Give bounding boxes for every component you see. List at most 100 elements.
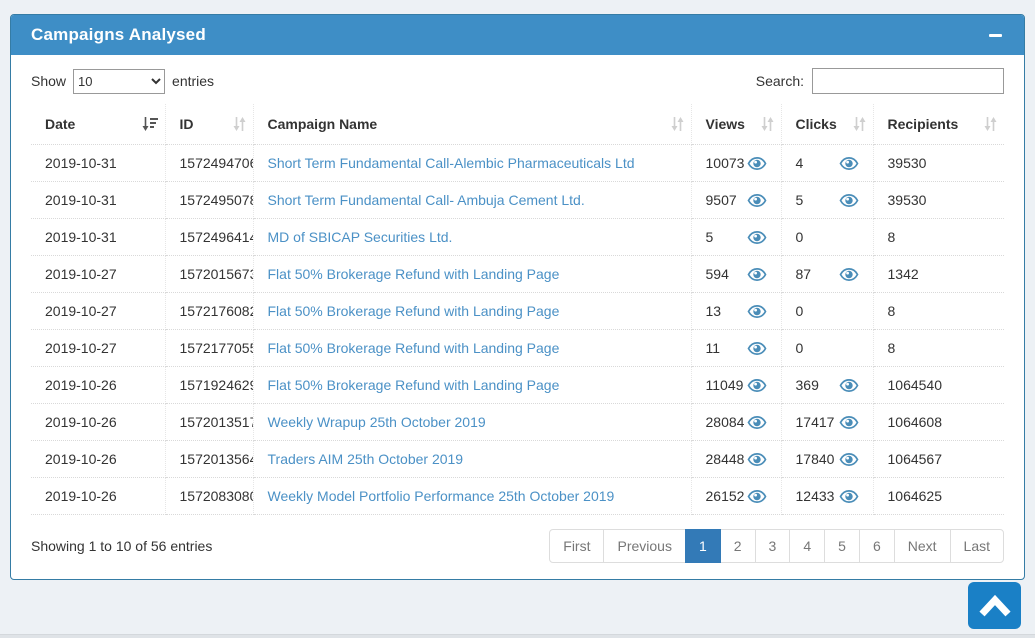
date-cell: 2019-10-27 <box>31 292 166 330</box>
clicks-eye-icon[interactable] <box>839 156 859 170</box>
search-input[interactable] <box>812 68 1004 94</box>
views-cell: 594 <box>691 255 782 293</box>
views-cell: 10073 <box>691 144 782 182</box>
clicks-cell: 5 <box>781 181 874 219</box>
page-length-control: Show 10 entries <box>31 68 214 94</box>
views-eye-icon[interactable] <box>747 489 767 503</box>
clicks-eye-icon[interactable] <box>839 193 859 207</box>
clicks-value: 0 <box>795 303 804 319</box>
panel-body: Show 10 entries Search: Date ID Campaign… <box>11 55 1024 579</box>
views-eye-icon[interactable] <box>747 230 767 244</box>
pagination: First Previous 1 2 3 4 5 6 Next Last <box>549 529 1004 563</box>
views-cell: 28084 <box>691 403 782 441</box>
pagination-2[interactable]: 2 <box>719 529 756 563</box>
clicks-value: 0 <box>795 229 804 245</box>
campaign-link[interactable]: Flat 50% Brokerage Refund with Landing P… <box>268 377 560 393</box>
pagination-last[interactable]: Last <box>949 529 1004 563</box>
campaign-cell: MD of SBICAP Securities Ltd. <box>253 218 692 256</box>
clicks-value: 0 <box>795 340 804 356</box>
views-cell: 26152 <box>691 477 782 515</box>
id-cell: 1572083080 <box>165 477 254 515</box>
page-bottom-divider <box>0 634 1035 638</box>
pagination-5[interactable]: 5 <box>824 529 860 563</box>
views-value: 5 <box>705 229 714 245</box>
pagination-previous[interactable]: Previous <box>603 529 686 563</box>
column-header-label: ID <box>179 116 194 132</box>
views-value: 28448 <box>705 451 745 467</box>
views-eye-icon[interactable] <box>747 156 767 170</box>
clicks-cell: 0 <box>781 218 874 256</box>
views-eye-icon[interactable] <box>747 341 767 355</box>
campaign-cell: Flat 50% Brokerage Refund with Landing P… <box>253 366 692 404</box>
recipients-cell: 39530 <box>873 181 1004 219</box>
page-length-select[interactable]: 10 <box>73 68 166 94</box>
views-eye-icon[interactable] <box>747 415 767 429</box>
campaign-link[interactable]: Flat 50% Brokerage Refund with Landing P… <box>268 340 560 356</box>
table-row: 2019-10-31 1572494706 Short Term Fundame… <box>31 144 1004 182</box>
clicks-cell: 17417 <box>781 403 874 441</box>
campaign-link[interactable]: Short Term Fundamental Call-Alembic Phar… <box>268 155 635 171</box>
clicks-cell: 4 <box>781 144 874 182</box>
views-eye-icon[interactable] <box>747 378 767 392</box>
date-cell: 2019-10-31 <box>31 218 166 256</box>
sort-icon <box>671 117 684 134</box>
campaign-link[interactable]: Weekly Wrapup 25th October 2019 <box>268 414 486 430</box>
views-eye-icon[interactable] <box>747 452 767 466</box>
date-cell: 2019-10-31 <box>31 181 166 219</box>
clicks-value: 17417 <box>795 414 835 430</box>
campaign-link[interactable]: Weekly Model Portfolio Performance 25th … <box>268 488 615 504</box>
views-eye-icon[interactable] <box>747 193 767 207</box>
clicks-eye-icon[interactable] <box>839 489 859 503</box>
views-value: 28084 <box>705 414 745 430</box>
minus-icon <box>989 34 1002 37</box>
views-value: 10073 <box>705 155 745 171</box>
pagination-first[interactable]: First <box>549 529 605 563</box>
table-row: 2019-10-31 1572496414 MD of SBICAP Secur… <box>31 218 1004 256</box>
id-cell: 1572015673 <box>165 255 254 293</box>
pagination-3[interactable]: 3 <box>754 529 791 563</box>
views-eye-icon[interactable] <box>747 267 767 281</box>
campaign-cell: Flat 50% Brokerage Refund with Landing P… <box>253 329 692 367</box>
panel-title: Campaigns Analysed <box>31 25 206 44</box>
column-header-recipients[interactable]: Recipients <box>873 104 1004 145</box>
pagination-6[interactable]: 6 <box>858 529 895 563</box>
views-cell: 9507 <box>691 181 782 219</box>
clicks-eye-icon[interactable] <box>839 452 859 466</box>
column-header-views[interactable]: Views <box>691 104 782 145</box>
table-header-row: Date ID Campaign Name Views Clicks Recip… <box>31 104 1004 145</box>
campaign-link[interactable]: Short Term Fundamental Call- Ambuja Ceme… <box>268 192 585 208</box>
clicks-eye-icon[interactable] <box>839 267 859 281</box>
date-cell: 2019-10-26 <box>31 403 166 441</box>
clicks-eye-icon[interactable] <box>839 378 859 392</box>
clicks-eye-icon[interactable] <box>839 415 859 429</box>
column-header-label: Campaign Name <box>267 116 378 132</box>
table-controls: Show 10 entries Search: <box>31 68 1004 94</box>
campaign-cell: Short Term Fundamental Call- Ambuja Ceme… <box>253 181 692 219</box>
table-row: 2019-10-26 1572083080 Weekly Model Portf… <box>31 477 1004 515</box>
pagination-next[interactable]: Next <box>893 529 951 563</box>
views-value: 9507 <box>705 192 737 208</box>
campaigns-table: Date ID Campaign Name Views Clicks Recip… <box>31 104 1004 515</box>
collapse-button[interactable] <box>987 27 1004 43</box>
scroll-to-top-button[interactable] <box>968 582 1021 629</box>
column-header-id[interactable]: ID <box>165 104 254 145</box>
column-header-date[interactable]: Date <box>31 104 166 145</box>
sort-icon <box>761 117 774 134</box>
id-cell: 1572494706 <box>165 144 254 182</box>
campaign-link[interactable]: Traders AIM 25th October 2019 <box>268 451 464 467</box>
column-header-label: Clicks <box>795 116 837 132</box>
views-eye-icon[interactable] <box>747 304 767 318</box>
views-value: 26152 <box>705 488 745 504</box>
id-cell: 1571924629 <box>165 366 254 404</box>
date-cell: 2019-10-26 <box>31 366 166 404</box>
table-row: 2019-10-26 1572013517 Weekly Wrapup 25th… <box>31 403 1004 441</box>
column-header-clicks[interactable]: Clicks <box>781 104 874 145</box>
pagination-1[interactable]: 1 <box>684 529 721 563</box>
campaign-link[interactable]: Flat 50% Brokerage Refund with Landing P… <box>268 303 560 319</box>
clicks-value: 87 <box>795 266 812 282</box>
pagination-4[interactable]: 4 <box>789 529 826 563</box>
column-header-campaign[interactable]: Campaign Name <box>253 104 692 145</box>
chevron-up-icon <box>976 594 1014 618</box>
campaign-link[interactable]: MD of SBICAP Securities Ltd. <box>268 229 453 245</box>
campaign-link[interactable]: Flat 50% Brokerage Refund with Landing P… <box>268 266 560 282</box>
